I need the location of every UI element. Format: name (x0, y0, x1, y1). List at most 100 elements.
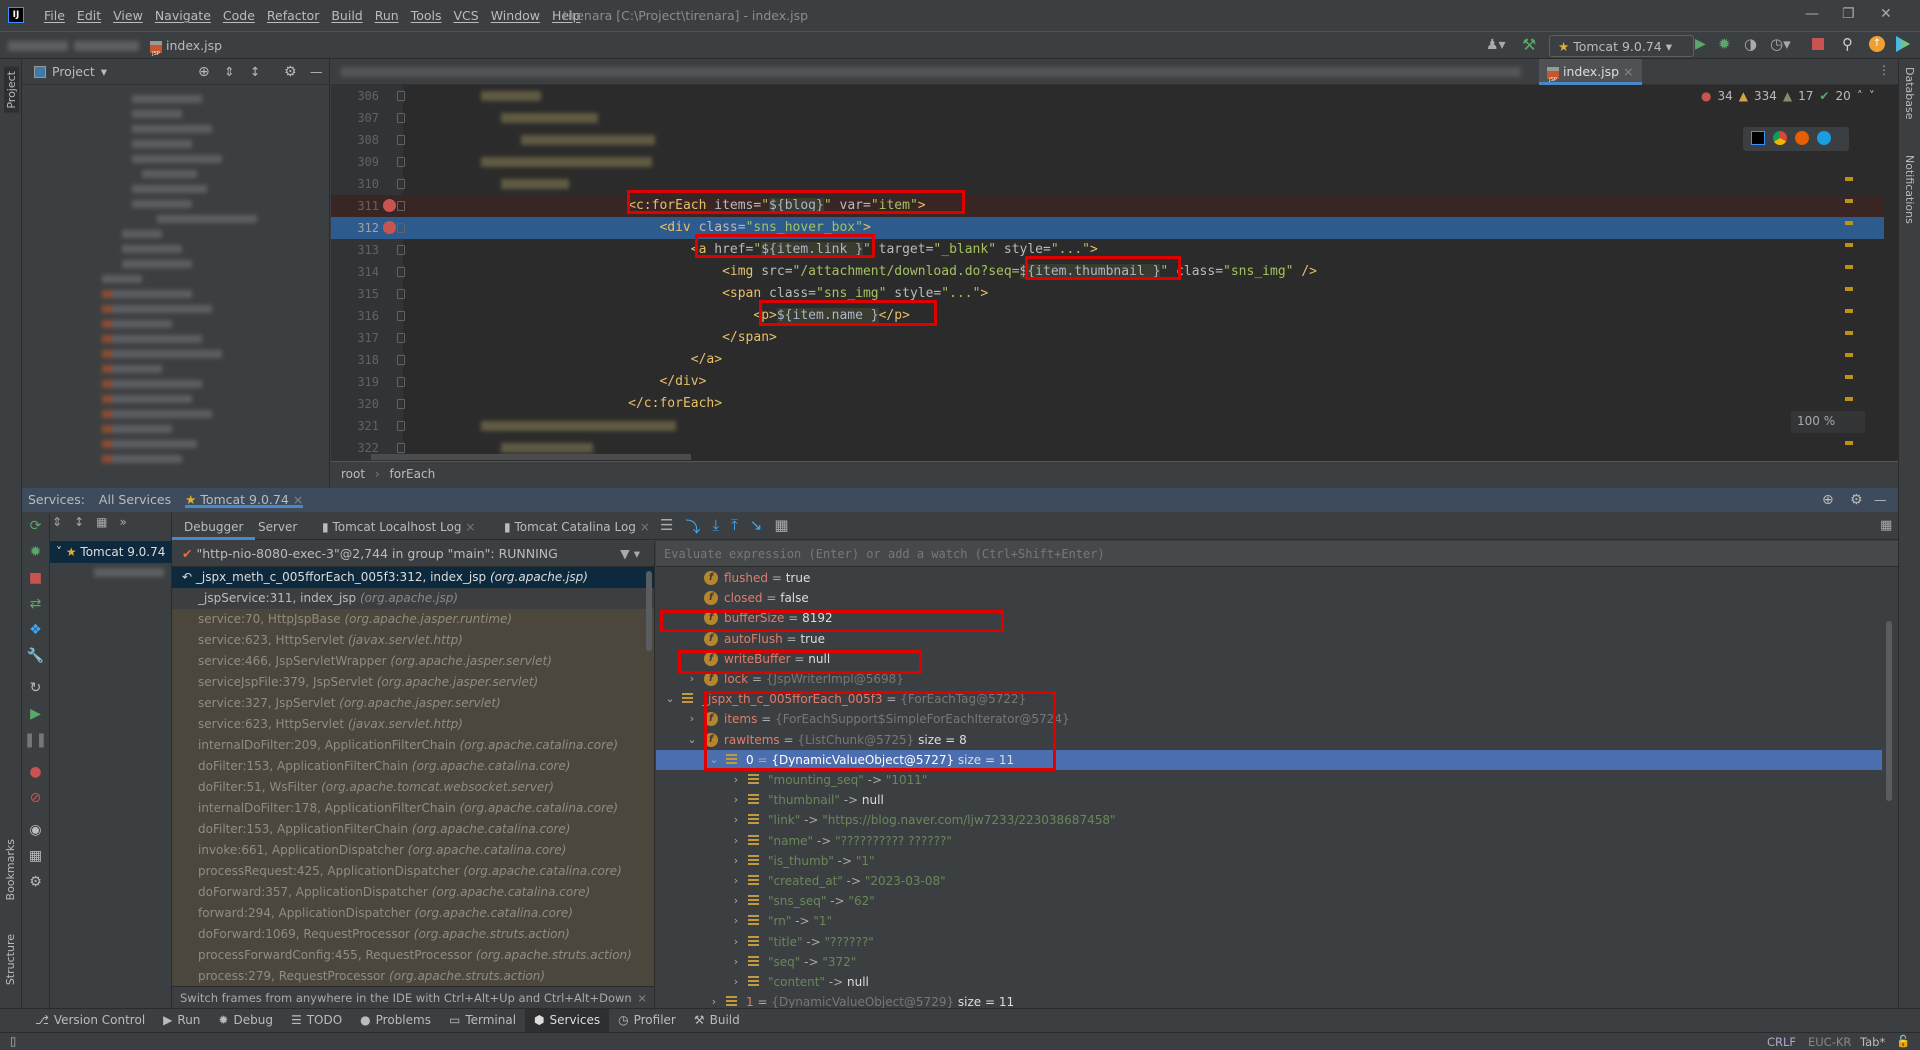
resume-icon[interactable]: ▶ (22, 701, 49, 727)
minimize-button[interactable]: — (1805, 6, 1819, 22)
layout-icon[interactable]: ▦ (22, 843, 49, 869)
variable-row[interactable]: › "is_thumb" -> "1" (656, 851, 1882, 871)
notifications-tool-button[interactable]: Notifications (1903, 155, 1916, 224)
chevron-right-icon[interactable]: › (730, 891, 742, 911)
bookmarks-tool-button[interactable]: Bookmarks (4, 839, 17, 900)
chevron-right-icon[interactable]: › (730, 972, 742, 992)
stack-frame[interactable]: doFilter:153, ApplicationFilterChain (or… (172, 756, 654, 777)
stack-frame[interactable]: ↶ _jspx_meth_c_005fforEach_005f3:312, in… (172, 567, 654, 588)
restore-button[interactable]: ❐ (1842, 6, 1855, 22)
menu-vcs[interactable]: VCS (454, 8, 479, 23)
variable-row[interactable]: f closed = false (656, 588, 1882, 608)
tool-problems[interactable]: ● Problems (351, 1009, 440, 1032)
chevron-down-icon[interactable]: ⌄ (708, 750, 720, 770)
run-to-cursor-icon[interactable]: ↘ (750, 516, 763, 537)
menu-refactor[interactable]: Refactor (267, 8, 319, 23)
variable-row[interactable]: f flushed = true (656, 568, 1882, 588)
stack-frame[interactable]: process:279, RequestProcessor (org.apach… (172, 966, 654, 987)
variable-row[interactable]: ⌄ 0 = {DynamicValueObject@5727} size = 11 (656, 749, 1882, 770)
close-tab-icon[interactable]: × (293, 492, 303, 507)
debug-icon[interactable]: ✹ (22, 539, 49, 565)
menu-build[interactable]: Build (331, 8, 362, 23)
menu-tools[interactable]: Tools (411, 8, 442, 23)
hide-icon[interactable]: — (1874, 492, 1887, 507)
variable-row[interactable]: ⌄ _jspx_th_c_005fforEach_005f3 = {ForEach… (656, 689, 1882, 709)
locate-icon[interactable]: ⊕ (1822, 492, 1834, 508)
variable-row[interactable]: ⌄ f rawItems = {ListChunk@5725} size = 8 (656, 730, 1882, 750)
chevron-right-icon[interactable]: › (730, 952, 742, 972)
variable-row[interactable]: › "seq" -> "372" (656, 952, 1882, 972)
variable-row[interactable]: › "thumbnail" -> null (656, 790, 1882, 810)
group-icon[interactable]: ▦ (96, 515, 107, 529)
collapse-all-icon[interactable]: ↕ (74, 515, 84, 529)
chevron-right-icon[interactable]: › (730, 911, 742, 931)
stack-frame[interactable]: service:623, HttpServlet (javax.servlet.… (172, 714, 654, 735)
thread-selector[interactable]: ✔ "http-nio-8080-exec-3"@2,744 in group … (172, 541, 654, 567)
database-tool-button[interactable]: Database (1903, 67, 1916, 120)
variable-row[interactable]: f autoFlush = true (656, 629, 1882, 649)
chevron-right-icon[interactable]: › (730, 871, 742, 891)
artifact-icon[interactable]: ❖ (22, 617, 49, 643)
fold-marker-icon[interactable] (397, 223, 405, 233)
chevron-right-icon[interactable]: › (730, 790, 742, 810)
fold-marker-icon[interactable] (397, 113, 405, 123)
tab-index-jsp[interactable]: JSP index.jsp × (1539, 59, 1642, 85)
chrome-icon[interactable] (1773, 131, 1787, 145)
inspection-widget[interactable]: ● 34 ▲ 334 ▲ 17 ✔ 20 ˄ ˅ (1701, 89, 1875, 103)
collapse-all-icon[interactable]: ↕ (250, 64, 260, 79)
variable-row[interactable]: › "mounting_seq" -> "1011" (656, 770, 1882, 790)
indent-setting[interactable]: Tab* (1860, 1035, 1885, 1049)
stop-icon[interactable]: ■ (22, 565, 49, 591)
tab-tomcat[interactable]: ★ Tomcat 9.0.74 × (185, 492, 304, 508)
chevron-right-icon[interactable]: › (730, 770, 742, 790)
fold-marker-icon[interactable] (397, 399, 405, 409)
stack-frame[interactable]: serviceJspFile:379, JspServlet (org.apac… (172, 672, 654, 693)
chevron-down-icon[interactable]: ▾ (101, 64, 107, 79)
run-configuration-select[interactable]: ★ Tomcat 9.0.74 ▾ (1549, 35, 1694, 57)
menu-view[interactable]: View (113, 8, 143, 23)
prev-problem-icon[interactable]: ˄ (1857, 89, 1863, 103)
gear-icon[interactable]: ⚙ (284, 64, 297, 80)
horizontal-scrollbar[interactable] (371, 454, 691, 460)
camera-icon[interactable]: ◉ (22, 817, 49, 843)
update-icon[interactable]: ↑ (1869, 36, 1885, 52)
tool-terminal[interactable]: ▭ Terminal (440, 1009, 525, 1032)
tool-services[interactable]: ⬢ Services (525, 1009, 610, 1032)
more-tabs-icon[interactable]: ⋮ (1878, 63, 1890, 77)
variable-row[interactable]: › "created_at" -> "2023-03-08" (656, 871, 1882, 891)
toggle-tool-windows-icon[interactable]: ▯ (10, 1034, 16, 1048)
fold-marker-icon[interactable] (397, 157, 405, 167)
fold-marker-icon[interactable] (397, 311, 405, 321)
stack-frame[interactable]: doForward:357, ApplicationDispatcher (or… (172, 882, 654, 903)
tab-localhost-log[interactable]: ▮ Tomcat Localhost Log × (310, 513, 487, 540)
variable-row[interactable]: › f items = {ForEachSupport$SimpleForEachI… (656, 709, 1882, 729)
menu-icon[interactable]: ☰ (660, 516, 673, 537)
stack-frame[interactable]: internalDoFilter:209, ApplicationFilterC… (172, 735, 654, 756)
chevron-right-icon[interactable]: › (686, 669, 698, 689)
stop-icon[interactable] (1812, 38, 1824, 50)
tab-all-services[interactable]: All Services (99, 492, 171, 508)
chevron-right-icon[interactable]: › (686, 709, 698, 729)
structure-tool-button[interactable]: Structure (4, 934, 17, 985)
view-breakpoints-icon[interactable]: ● (22, 759, 49, 785)
lock-icon[interactable]: 🔓 (1896, 1034, 1910, 1048)
chevron-right-icon[interactable]: › (730, 831, 742, 851)
tree-item-tomcat[interactable]: ˅ ★ Tomcat 9.0.74 (50, 541, 172, 563)
rerun-icon[interactable]: ⟳ (22, 513, 49, 539)
close-tab-icon[interactable]: × (1623, 64, 1633, 79)
breadcrumb-foreach[interactable]: forEach (390, 467, 436, 481)
tool-run[interactable]: ▶ Run (154, 1009, 209, 1032)
edge-icon[interactable] (1817, 131, 1831, 145)
tab-debugger[interactable]: Debugger (172, 513, 256, 540)
chevron-right-icon[interactable]: › (730, 810, 742, 830)
stack-frame[interactable]: processRequest:425, ApplicationDispatche… (172, 861, 654, 882)
pause-icon[interactable]: ❚❚ (22, 727, 49, 753)
chevron-right-icon[interactable]: › (708, 992, 720, 1008)
breadcrumb-file[interactable]: JSP index.jsp (150, 38, 222, 57)
build-hammer-icon[interactable]: ⚒ (1522, 35, 1536, 54)
variables-scrollbar[interactable] (1886, 621, 1892, 801)
tool-debug[interactable]: ✹ Debug (209, 1009, 282, 1032)
stack-frame[interactable]: forward:294, ApplicationDispatcher (org.… (172, 903, 654, 924)
menu-edit[interactable]: Edit (77, 8, 101, 23)
fold-marker-icon[interactable] (397, 333, 405, 343)
